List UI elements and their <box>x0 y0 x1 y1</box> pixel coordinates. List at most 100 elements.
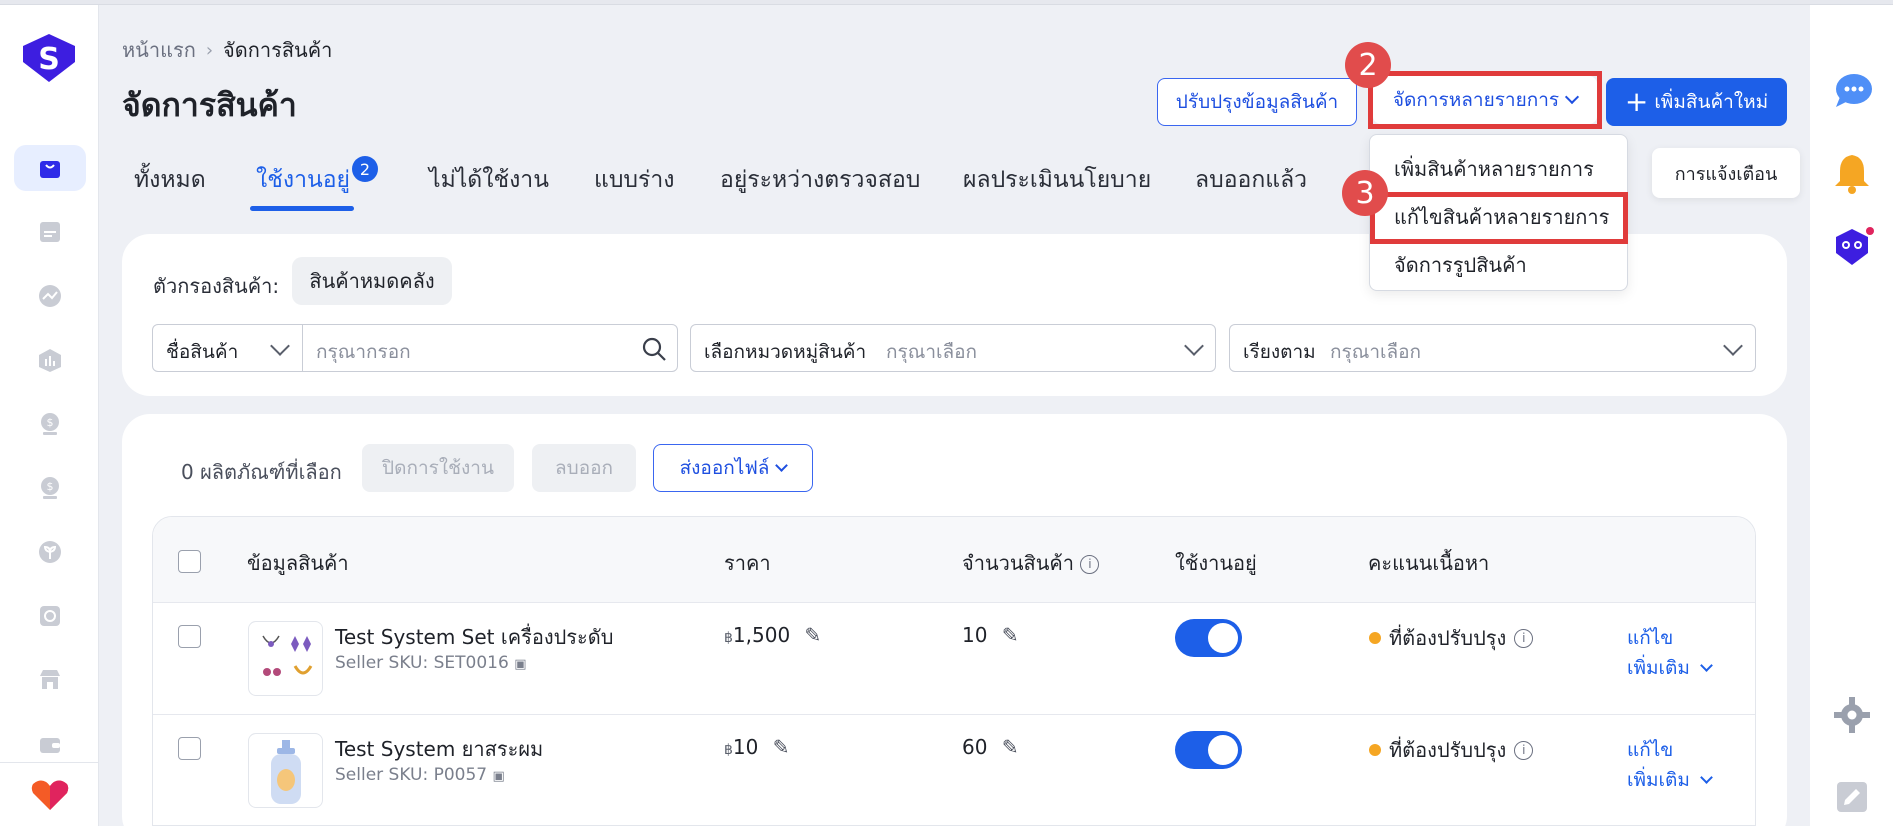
more-actions[interactable]: เพิ่มเติม <box>1627 653 1713 683</box>
search-icon[interactable] <box>641 336 667 362</box>
nav-orders-icon[interactable] <box>14 209 86 255</box>
export-file-label: ส่งออกไฟล์ <box>679 457 770 479</box>
breadcrumb-current: จัดการสินค้า <box>223 38 333 62</box>
copy-icon[interactable]: ▣ <box>493 769 505 784</box>
product-name[interactable]: Test System ยาสระผม <box>335 733 543 765</box>
nav-service-icon[interactable] <box>14 593 86 639</box>
assistant-bot-icon[interactable] <box>1830 225 1874 269</box>
product-name[interactable]: Test System Set เครื่องประดับ <box>335 621 613 653</box>
svg-text:$: $ <box>47 416 54 429</box>
product-sku: Seller SKU: SET0016 ▣ <box>335 653 527 673</box>
table-header: ข้อมูลสินค้า ราคา จำนวนสินค้า i ใช้งานอย… <box>153 517 1755 603</box>
row-checkbox[interactable] <box>178 625 201 648</box>
svg-text:S: S <box>38 42 60 77</box>
product-thumbnail-shampoo[interactable] <box>248 733 323 808</box>
info-icon[interactable]: i <box>1514 740 1534 760</box>
selected-count: 0 ผลิตภัณฑ์ที่เลือก <box>181 460 342 484</box>
more-actions-label: เพิ่มเติม <box>1627 657 1690 679</box>
search-type-label: ชื่อสินค้า <box>166 341 239 363</box>
breadcrumb-home[interactable]: หน้าแรก <box>122 34 196 66</box>
content-score-text: ที่ต้องปรับปรุง <box>1389 626 1507 650</box>
quantity-value: 10 <box>962 623 988 647</box>
search-field: ชื่อสินค้า กรุณากรอก <box>152 324 678 372</box>
chevron-down-icon <box>270 336 290 356</box>
price-value: 10 <box>732 735 759 759</box>
nav-growth-icon[interactable] <box>14 529 86 575</box>
edit-quantity-pencil-icon[interactable]: ✎ <box>1002 623 1019 647</box>
nav-products-icon[interactable] <box>14 145 86 191</box>
menu-item-bulk-add[interactable]: เพิ่มสินค้าหลายรายการ <box>1394 153 1594 185</box>
chevron-down-icon <box>1565 89 1580 105</box>
edit-price-pencil-icon[interactable]: ✎ <box>773 735 790 759</box>
copy-icon[interactable]: ▣ <box>514 657 526 672</box>
product-table: ข้อมูลสินค้า ราคา จำนวนสินค้า i ใช้งานอย… <box>152 516 1756 826</box>
tab-under-review[interactable]: อยู่ระหว่างตรวจสอบ <box>720 162 920 198</box>
edit-quantity-pencil-icon[interactable]: ✎ <box>1002 735 1019 759</box>
edit-link[interactable]: แก้ไข <box>1627 623 1673 653</box>
product-sku-text: Seller SKU: P0057 <box>335 765 488 785</box>
nav-finance-icon[interactable]: $ <box>14 401 86 447</box>
nav-store-icon[interactable] <box>14 657 86 703</box>
tab-deleted[interactable]: ลบออกแล้ว <box>1195 162 1307 198</box>
product-price: ฿1,500 ✎ <box>724 623 821 647</box>
breadcrumb-separator-icon: › <box>205 39 214 61</box>
sort-select[interactable]: เรียงตาม กรุณาเลือก <box>1229 324 1756 372</box>
row-checkbox[interactable] <box>178 737 201 760</box>
search-input[interactable]: กรุณากรอก <box>316 337 411 367</box>
export-file-button[interactable]: ส่งออกไฟล์ <box>653 444 813 492</box>
deactivate-button[interactable]: ปิดการใช้งาน <box>362 444 514 492</box>
menu-item-manage-images[interactable]: จัดการรูปสินค้า <box>1394 249 1527 281</box>
search-type-select[interactable]: ชื่อสินค้า <box>153 325 303 371</box>
tab-draft[interactable]: แบบร่าง <box>594 162 675 198</box>
plus-icon: + <box>1624 85 1649 118</box>
tab-inactive[interactable]: ไม่ได้ใช้งาน <box>429 162 549 198</box>
header-quantity-label: จำนวนสินค้า <box>962 551 1075 575</box>
add-new-product-button[interactable]: + เพิ่มสินค้าใหม่ <box>1606 78 1787 126</box>
info-icon[interactable]: i <box>1514 628 1534 648</box>
price-value: 1,500 <box>732 623 791 647</box>
tab-policy-evaluation[interactable]: ผลประเมินนโยบาย <box>963 162 1151 198</box>
edit-feedback-icon[interactable] <box>1830 775 1874 819</box>
tab-active-count-badge: 2 <box>352 156 378 182</box>
lazada-heart-icon[interactable] <box>30 778 70 812</box>
currency-symbol: ฿ <box>724 630 733 646</box>
product-sku: Seller SKU: P0057 ▣ <box>335 765 505 785</box>
active-tab-indicator <box>250 206 354 211</box>
active-toggle[interactable] <box>1175 731 1242 769</box>
product-sku-text: Seller SKU: SET0016 <box>335 653 509 673</box>
category-select[interactable]: เลือกหมวดหมู่สินค้า กรุณาเลือก <box>690 324 1216 372</box>
right-rail <box>1810 5 1893 826</box>
edit-link[interactable]: แก้ไข <box>1627 735 1673 765</box>
tab-all[interactable]: ทั้งหมด <box>134 162 206 198</box>
add-new-product-label: เพิ่มสินค้าใหม่ <box>1654 91 1769 113</box>
more-actions[interactable]: เพิ่มเติม <box>1627 765 1713 795</box>
delete-button[interactable]: ลบออก <box>532 444 636 492</box>
tab-active[interactable]: ใช้งานอยู่ <box>256 162 350 198</box>
header-product-info: ข้อมูลสินค้า <box>247 551 349 575</box>
nav-data-insights-icon[interactable] <box>14 337 86 383</box>
product-quantity: 10 ✎ <box>962 623 1019 647</box>
out-of-stock-filter-chip[interactable]: สินค้าหมดคลัง <box>292 257 452 305</box>
update-product-info-button[interactable]: ปรับปรุงข้อมูลสินค้า <box>1157 78 1357 126</box>
active-toggle[interactable] <box>1175 619 1242 657</box>
chevron-down-icon <box>1723 336 1743 356</box>
step-marker-3: 3 <box>1342 170 1388 216</box>
info-icon[interactable]: i <box>1080 555 1100 574</box>
lazada-logo-area <box>0 762 99 826</box>
select-all-checkbox[interactable] <box>178 550 201 573</box>
bulk-manage-button[interactable]: จัดการหลายรายการ <box>1373 76 1597 124</box>
bell-icon[interactable] <box>1830 151 1874 195</box>
breadcrumb: หน้าแรก › จัดการสินค้า <box>122 34 332 66</box>
nav-payment-icon[interactable]: $ <box>14 465 86 511</box>
product-quantity: 60 ✎ <box>962 735 1019 759</box>
content-score: ที่ต้องปรับปรุง i <box>1369 734 1534 766</box>
seller-center-logo[interactable]: S <box>19 32 79 84</box>
settings-gear-icon[interactable] <box>1830 693 1874 737</box>
quantity-value: 60 <box>962 735 988 759</box>
nav-marketing-icon[interactable] <box>14 273 86 319</box>
edit-price-pencil-icon[interactable]: ✎ <box>805 623 822 647</box>
nav-wallet-icon[interactable] <box>14 721 86 767</box>
table-row: Test System Set เครื่องประดับ Seller SKU… <box>153 603 1755 715</box>
product-thumbnail-jewelry[interactable] <box>248 621 323 696</box>
chat-icon[interactable] <box>1830 69 1874 113</box>
